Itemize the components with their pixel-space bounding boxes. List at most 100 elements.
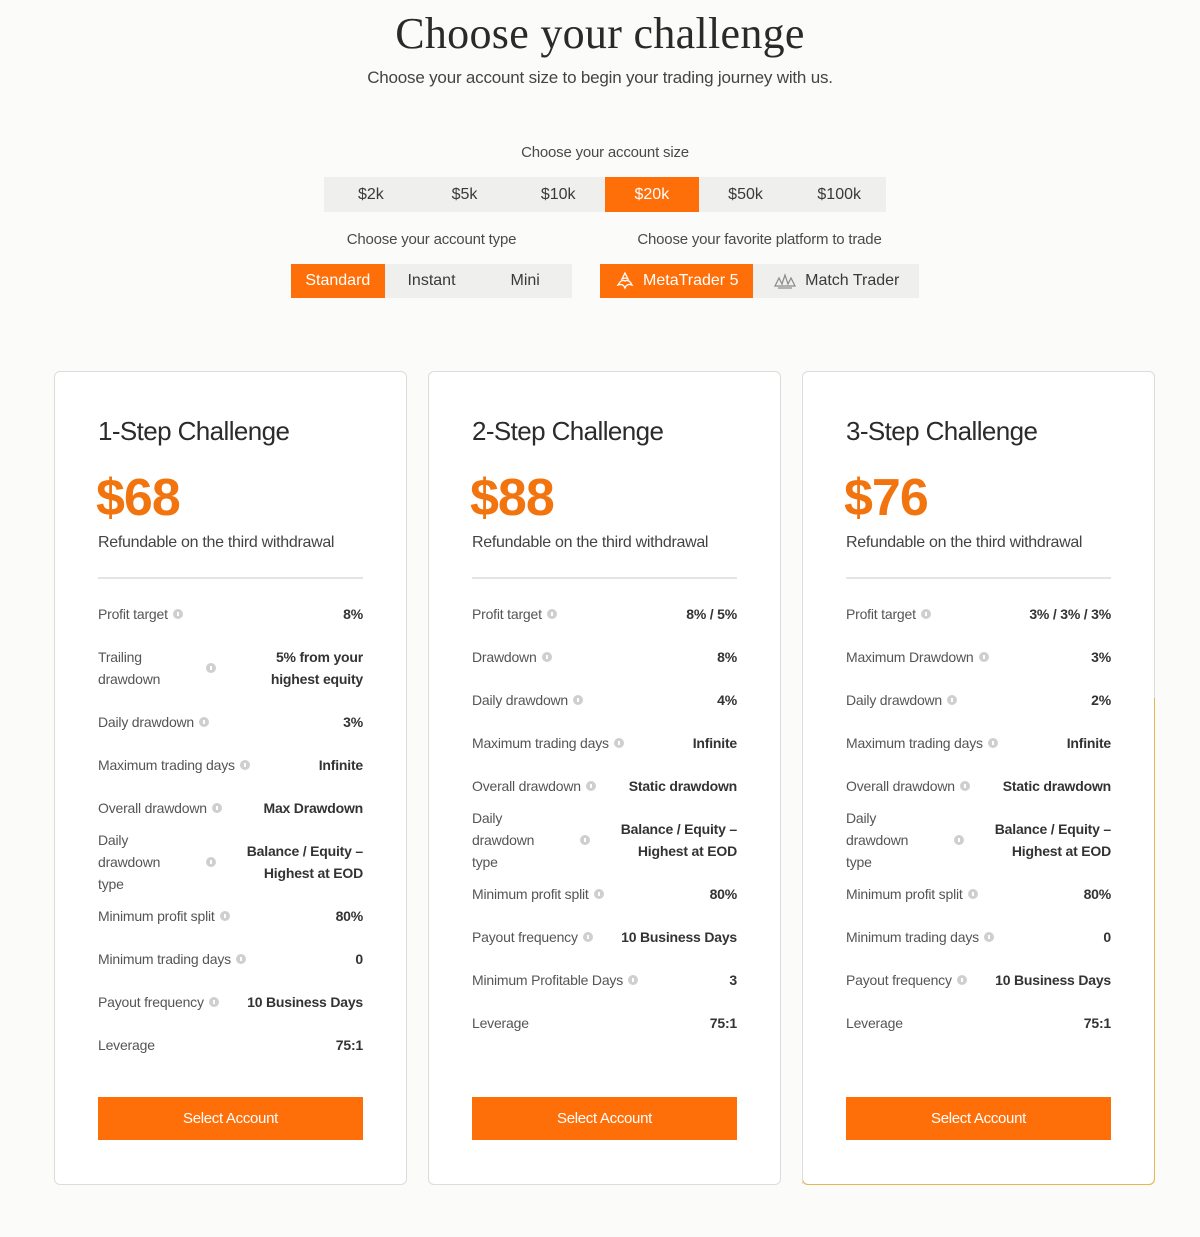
spec-row: Overall drawdown Static drawdown — [472, 764, 737, 807]
spec-row: Overall drawdown Max Drawdown — [98, 786, 363, 829]
size-option-100k[interactable]: $100k — [792, 177, 886, 212]
size-option-2k[interactable]: $2k — [324, 177, 418, 212]
spec-value: 3% / 3% / 3% — [1029, 605, 1111, 622]
info-icon[interactable] — [585, 780, 596, 791]
spec-row: Leverage 75:1 — [98, 1023, 363, 1066]
platform-selector: MetaTrader 5 Match Trader — [600, 264, 919, 298]
info-icon[interactable] — [959, 780, 970, 791]
spec-label: Profit target — [472, 605, 542, 622]
platform-option-label: Match Trader — [805, 272, 900, 289]
card-note: Refundable on the third withdrawal — [846, 534, 1083, 551]
size-option-5k[interactable]: $5k — [418, 177, 512, 212]
spec-label: Overall drawdown — [846, 777, 955, 794]
info-icon[interactable] — [206, 856, 216, 867]
spec-value: 75:1 — [335, 1036, 363, 1053]
info-icon[interactable] — [593, 888, 604, 899]
type-option-standard[interactable]: Standard — [291, 264, 385, 298]
select-account-button[interactable]: Select Account — [472, 1097, 737, 1140]
spec-row: Daily drawdown type Balance / Equity – Hi… — [98, 829, 363, 894]
info-icon[interactable] — [956, 974, 967, 985]
info-icon[interactable] — [219, 910, 230, 921]
spec-label: Minimum trading days — [846, 928, 979, 945]
info-icon[interactable] — [983, 931, 994, 942]
spec-value: 75:1 — [709, 1014, 737, 1031]
info-icon[interactable] — [978, 651, 989, 662]
card-price: $76 — [844, 469, 929, 527]
spec-value: 2% — [1091, 691, 1111, 708]
spec-row: Overall drawdown Static drawdown — [846, 764, 1111, 807]
info-icon[interactable] — [573, 694, 584, 705]
card-divider — [472, 577, 737, 579]
info-icon[interactable] — [546, 608, 557, 619]
info-icon[interactable] — [208, 996, 219, 1007]
size-option-20k[interactable]: $20k — [605, 177, 699, 212]
card-price: $88 — [470, 469, 555, 527]
size-option-50k[interactable]: $50k — [699, 177, 793, 212]
info-icon[interactable] — [920, 608, 931, 619]
info-icon[interactable] — [947, 694, 958, 705]
spec-row: Leverage 75:1 — [846, 1001, 1111, 1044]
spec-value: Balance / Equity – Highest at EOD — [994, 820, 1111, 859]
spec-row: Drawdown 8% — [472, 635, 737, 678]
info-icon[interactable] — [582, 931, 593, 942]
info-icon[interactable] — [967, 888, 978, 899]
spec-row: Daily drawdown 2% — [846, 678, 1111, 721]
info-icon[interactable] — [613, 737, 624, 748]
platform-option-match-trader[interactable]: Match Trader — [753, 264, 919, 298]
select-account-button[interactable]: Select Account — [846, 1097, 1111, 1140]
account-size-label: Choose your account size — [521, 144, 689, 161]
info-icon[interactable] — [235, 953, 246, 964]
info-icon[interactable] — [954, 834, 964, 845]
spec-row: Minimum profit split 80% — [472, 872, 737, 915]
type-option-instant[interactable]: Instant — [385, 264, 479, 298]
info-icon[interactable] — [580, 834, 590, 845]
spec-row: Maximum trading days Infinite — [472, 721, 737, 764]
spec-value: 3 — [729, 971, 737, 988]
spec-value: 4% — [717, 691, 737, 708]
info-icon[interactable] — [239, 759, 250, 770]
info-icon[interactable] — [172, 608, 183, 619]
info-icon[interactable] — [211, 802, 222, 813]
spec-label: Profit target — [846, 605, 916, 622]
match-trader-icon — [773, 272, 797, 290]
spec-row: Maximum trading days Infinite — [846, 721, 1111, 764]
info-icon[interactable] — [206, 662, 216, 673]
spec-row: Daily drawdown type Balance / Equity – Hi… — [472, 807, 737, 872]
card-rows: Profit target 8% Trailing drawdown 5% from… — [98, 592, 363, 1066]
spec-label: Drawdown — [472, 648, 537, 665]
info-icon[interactable] — [541, 651, 552, 662]
spec-label: Profit target — [98, 605, 168, 622]
challenge-card-1-step: 1-Step Challenge $68 Refundable on the t… — [54, 371, 407, 1185]
size-option-10k[interactable]: $10k — [511, 177, 605, 212]
spec-label: Trailing drawdown — [98, 648, 161, 687]
type-option-mini[interactable]: Mini — [478, 264, 572, 298]
card-rows: Profit target 8% / 5% Drawdown 8% Daily dr… — [472, 592, 737, 1044]
spec-label: Payout frequency — [472, 928, 578, 945]
spec-label: Maximum trading days — [472, 734, 609, 751]
spec-value: Balance / Equity – Highest at EOD — [246, 842, 363, 881]
card-title: 1-Step Challenge — [98, 416, 290, 446]
account-type-label: Choose your account type — [346, 231, 517, 248]
account-size-selector: $2k $5k $10k $20k $50k $100k — [324, 177, 886, 212]
card-divider — [98, 577, 363, 579]
spec-label: Leverage — [98, 1036, 155, 1053]
page-title: Choose your challenge — [395, 9, 805, 58]
spec-label: Minimum profit split — [98, 907, 215, 924]
card-divider — [846, 577, 1111, 579]
spec-value: 3% — [1091, 648, 1111, 665]
card-title: 3-Step Challenge — [846, 416, 1038, 446]
platform-option-metatrader5[interactable]: MetaTrader 5 — [600, 264, 754, 298]
spec-row: Profit target 8% — [98, 592, 363, 635]
spec-value: Infinite — [1066, 734, 1111, 751]
spec-row: Daily drawdown 4% — [472, 678, 737, 721]
spec-label: Leverage — [846, 1014, 903, 1031]
spec-value: 5% from your highest equity — [270, 648, 363, 687]
select-account-button[interactable]: Select Account — [98, 1097, 363, 1140]
info-icon[interactable] — [987, 737, 998, 748]
spec-value: 0 — [355, 950, 363, 967]
spec-value: 8% / 5% — [686, 605, 737, 622]
info-icon[interactable] — [199, 716, 210, 727]
spec-row: Minimum trading days 0 — [98, 937, 363, 980]
spec-value: 3% — [343, 713, 363, 730]
info-icon[interactable] — [628, 974, 638, 985]
